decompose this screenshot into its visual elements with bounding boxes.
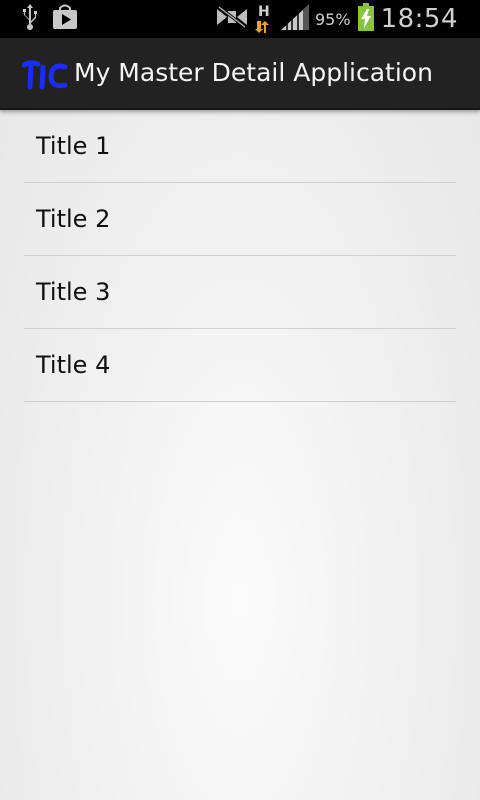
hspa-data-icon: H [255, 4, 275, 34]
clock: 18:54 [380, 4, 458, 34]
usb-icon [20, 3, 40, 35]
no-sim-icon [215, 5, 249, 33]
list-item-title: Title 3 [36, 278, 111, 306]
action-bar: My Master Detail Application [0, 38, 480, 110]
battery-percent: 95% [315, 9, 351, 29]
play-store-icon [52, 4, 78, 34]
list-item-title: Title 4 [36, 351, 111, 379]
list-item[interactable]: Title 2 [24, 183, 456, 256]
battery-charging-icon [357, 3, 375, 35]
app-logo-icon[interactable] [21, 60, 68, 90]
list-item[interactable]: Title 3 [24, 256, 456, 329]
list-item-title: Title 2 [36, 205, 111, 233]
list-item-title: Title 1 [36, 132, 111, 160]
app-title: My Master Detail Application [74, 58, 433, 87]
master-list: Title 1 Title 2 Title 3 Title 4 [24, 110, 456, 402]
signal-icon [281, 4, 309, 34]
list-item[interactable]: Title 1 [24, 110, 456, 183]
status-bar: H 95% 18:54 [0, 0, 480, 38]
list-item[interactable]: Title 4 [24, 329, 456, 402]
